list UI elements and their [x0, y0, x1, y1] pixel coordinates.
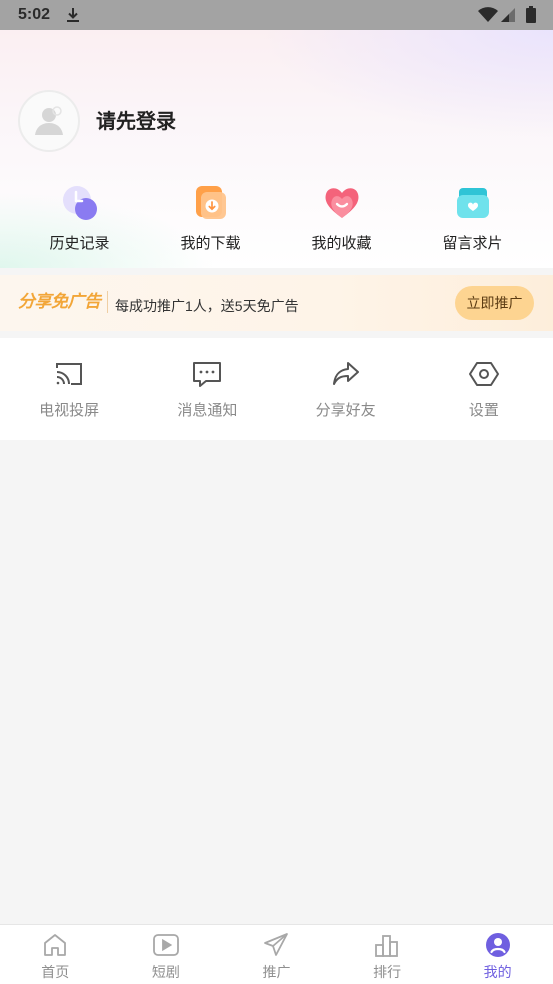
- function-share[interactable]: 分享好友: [277, 338, 415, 440]
- function-label: 设置: [468, 402, 499, 419]
- function-label: 消息通知: [177, 402, 238, 419]
- function-label: 分享好友: [315, 402, 376, 419]
- settings-icon: [468, 362, 499, 386]
- nav-mine[interactable]: 我的: [442, 925, 553, 984]
- promo-banner-title: 分享免广告: [18, 292, 101, 311]
- download-status-icon: [66, 7, 80, 23]
- quick-actions: 历史记录 我的下载 我的收藏 留言求片: [14, 183, 538, 254]
- nav-label: 推广: [262, 964, 291, 980]
- promo-banner-divider: [107, 291, 108, 313]
- battery-icon: [526, 6, 536, 23]
- quick-action-history[interactable]: 历史记录: [14, 183, 145, 254]
- send-icon: [264, 933, 289, 956]
- quick-action-label: 留言求片: [442, 235, 503, 252]
- download-icon: [195, 186, 226, 219]
- quick-action-request[interactable]: 留言求片: [407, 183, 538, 254]
- nav-ranking[interactable]: 排行: [332, 925, 443, 984]
- message-icon: [193, 362, 222, 387]
- nav-label: 排行: [373, 964, 402, 980]
- cast-icon: [56, 363, 83, 385]
- function-tv-cast[interactable]: 电视投屏: [0, 338, 138, 440]
- function-grid: 电视投屏 消息通知 分享好友 设置: [0, 338, 553, 440]
- function-settings[interactable]: 设置: [415, 338, 553, 440]
- home-icon: [44, 934, 67, 956]
- promo-banner-text: 每成功推广1人，送5天免广告: [115, 298, 299, 314]
- play-icon: [152, 934, 179, 956]
- nav-label: 首页: [41, 964, 70, 980]
- avatar[interactable]: [18, 90, 80, 152]
- ranking-icon: [375, 935, 398, 957]
- function-messages[interactable]: 消息通知: [138, 338, 276, 440]
- nav-label: 短剧: [151, 964, 180, 980]
- nav-promote[interactable]: 推广: [221, 925, 332, 984]
- share-icon: [332, 362, 359, 385]
- quick-action-downloads[interactable]: 我的下载: [145, 183, 276, 254]
- favorite-icon: [325, 188, 358, 218]
- nav-home[interactable]: 首页: [0, 925, 111, 984]
- login-prompt[interactable]: 请先登录: [96, 108, 176, 136]
- bottom-nav: 首页 短剧 推广 排行 我的: [0, 924, 553, 984]
- quick-action-label: 我的下载: [180, 235, 241, 252]
- status-bar: 5:02: [0, 0, 553, 30]
- quick-action-label: 我的收藏: [311, 235, 372, 252]
- nav-short-drama[interactable]: 短剧: [111, 925, 222, 984]
- avatar-placeholder-icon: [35, 106, 63, 135]
- function-label: 电视投屏: [39, 402, 100, 419]
- promote-now-button[interactable]: 立即推广: [455, 286, 534, 320]
- quick-action-favorites[interactable]: 我的收藏: [276, 183, 407, 254]
- request-icon: [456, 188, 489, 218]
- signal-icon: [501, 8, 515, 22]
- nav-label: 我的: [483, 964, 512, 980]
- wifi-icon: [478, 7, 498, 23]
- profile-icon: [485, 933, 510, 957]
- history-icon: [62, 186, 97, 220]
- status-time: 5:02: [18, 6, 51, 23]
- quick-action-label: 历史记录: [49, 235, 110, 252]
